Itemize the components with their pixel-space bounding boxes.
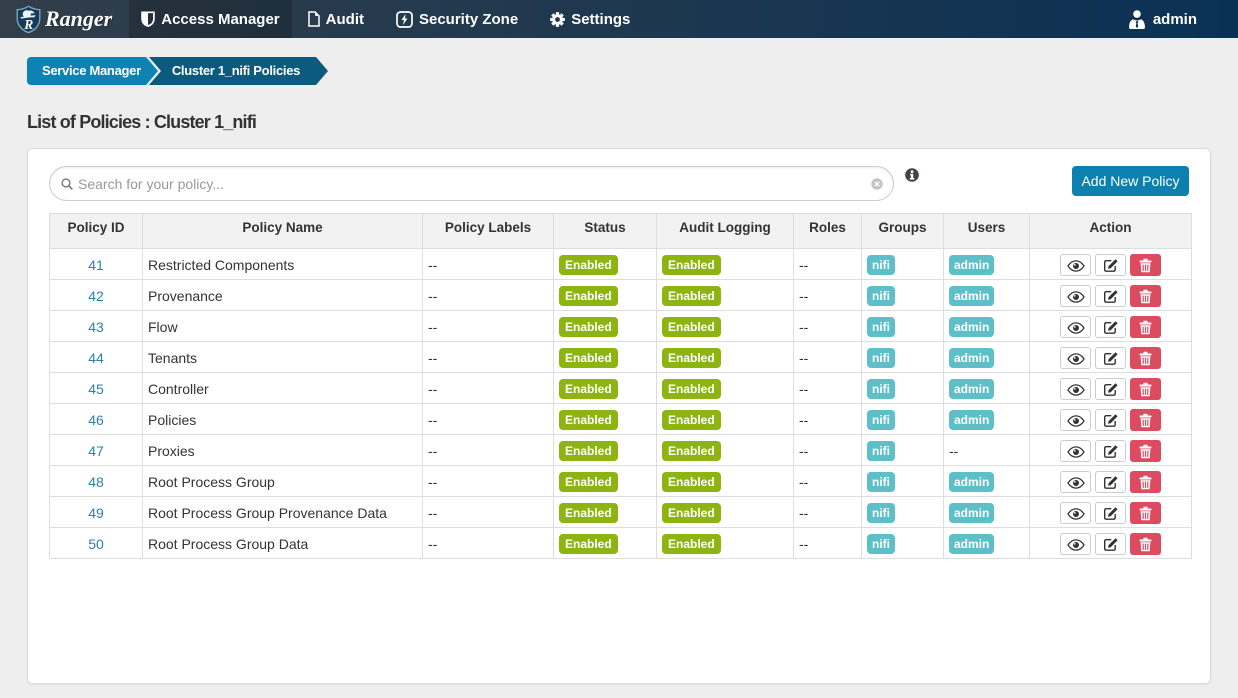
svg-text:R: R [23,17,33,32]
